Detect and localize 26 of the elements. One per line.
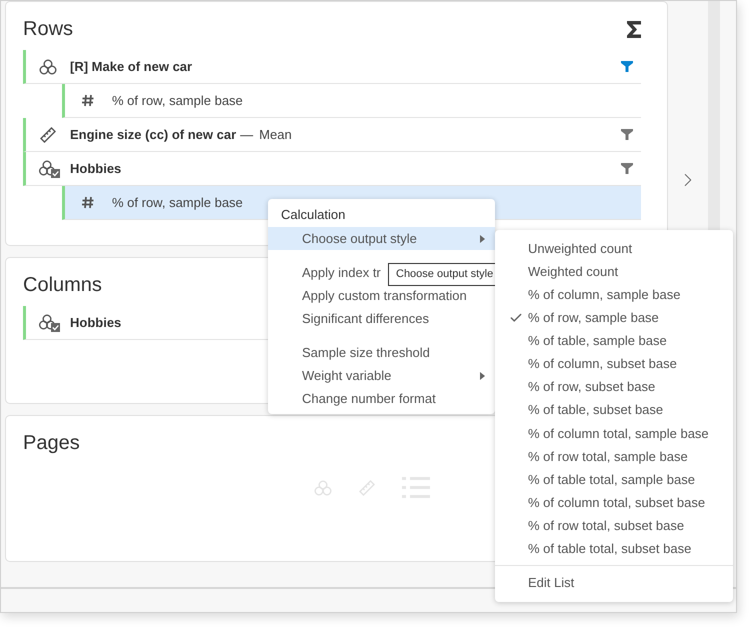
variable-name: Hobbies [70,314,122,332]
calculation-label: % of row, sample base [112,194,243,212]
submenu-item-label: % of row total, sample base [528,448,688,466]
submenu-item-label: Weighted count [528,262,618,281]
submenu-item-label: % of row, subset base [528,378,656,396]
section-title: Pages [23,431,80,456]
submenu-item-label: % of table total, sample base [528,470,695,489]
variable-name: [R] Make of new car [70,58,192,76]
variable-name: Hobbies [70,160,122,178]
menu-header: Calculation [280,206,346,224]
dash-separator: — [240,126,254,144]
submenu-item-label: % of row, sample base [528,309,659,328]
submenu-item-label: % of column, sample base [528,286,680,304]
variable-name: Engine size (cc) of new car [70,126,236,144]
submenu-item-label: % of column, subset base [528,355,677,374]
submenu-item-label: % of row total, subset base [528,516,684,535]
submenu-item-label: % of table, subset base [528,401,664,420]
submenu-item-label: % of table total, subset base [528,540,692,558]
statistic-label: Mean [259,126,292,144]
submenu-item-label: % of table, sample base [528,332,667,350]
submenu-item-label: % of column total, subset base [528,494,706,512]
submenu-item-label: % of column total, sample base [528,424,709,443]
calculation-label: % of row, sample base [112,92,243,110]
submenu-item-label: Unweighted count [528,240,632,258]
section-title: Rows [23,17,74,42]
section-title: Columns [23,273,102,298]
